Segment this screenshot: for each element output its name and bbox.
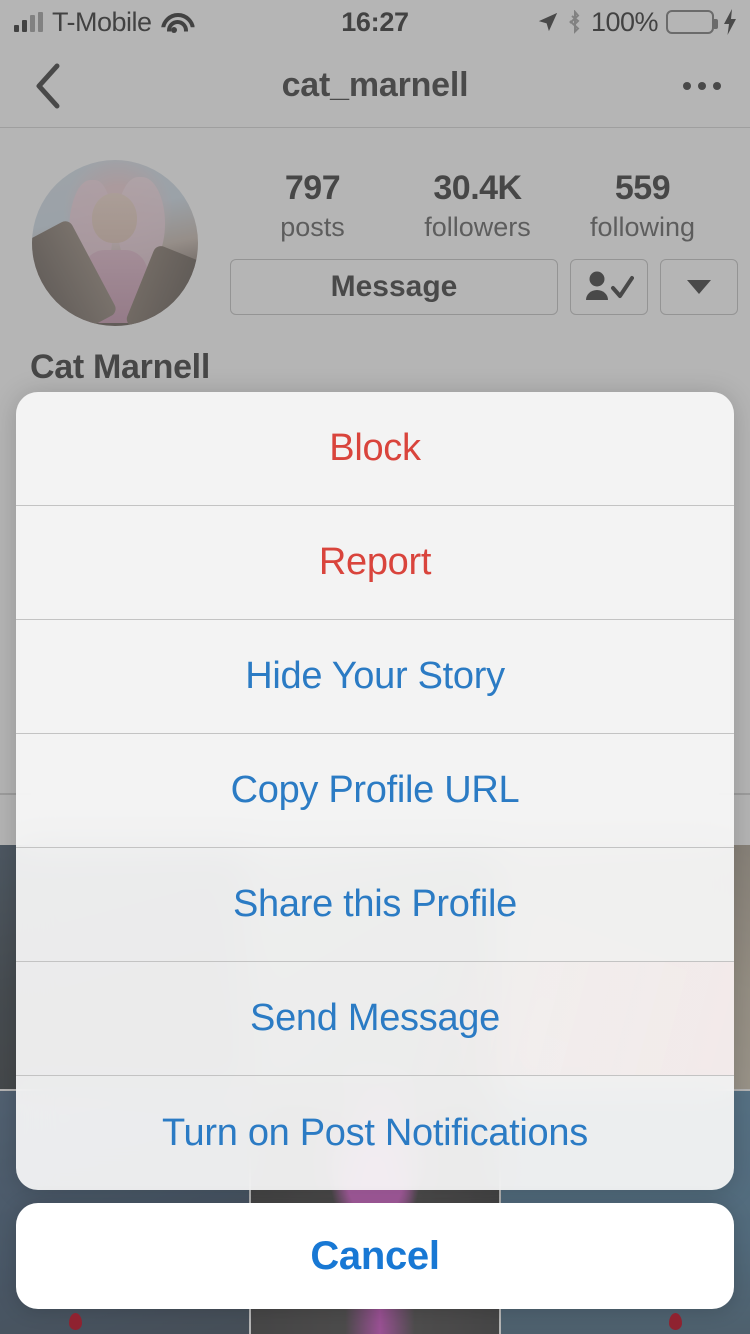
phone-screen: T-Mobile 16:27 100% [0, 0, 750, 1334]
cancel-button[interactable]: Cancel [16, 1203, 734, 1309]
action-sheet-item-turn-on-post-notifications[interactable]: Turn on Post Notifications [16, 1076, 734, 1190]
action-sheet-item-copy-profile-url[interactable]: Copy Profile URL [16, 734, 734, 848]
cancel-button-label: Cancel [310, 1233, 440, 1278]
action-sheet-item-report[interactable]: Report [16, 506, 734, 620]
action-sheet: Block Report Hide Your Story Copy Profil… [16, 392, 734, 1190]
action-sheet-item-block[interactable]: Block [16, 392, 734, 506]
action-sheet-item-send-message[interactable]: Send Message [16, 962, 734, 1076]
action-sheet-item-hide-your-story[interactable]: Hide Your Story [16, 620, 734, 734]
page-indicator-dot [69, 1313, 82, 1330]
page-indicator-dot [669, 1313, 682, 1330]
action-sheet-item-share-this-profile[interactable]: Share this Profile [16, 848, 734, 962]
